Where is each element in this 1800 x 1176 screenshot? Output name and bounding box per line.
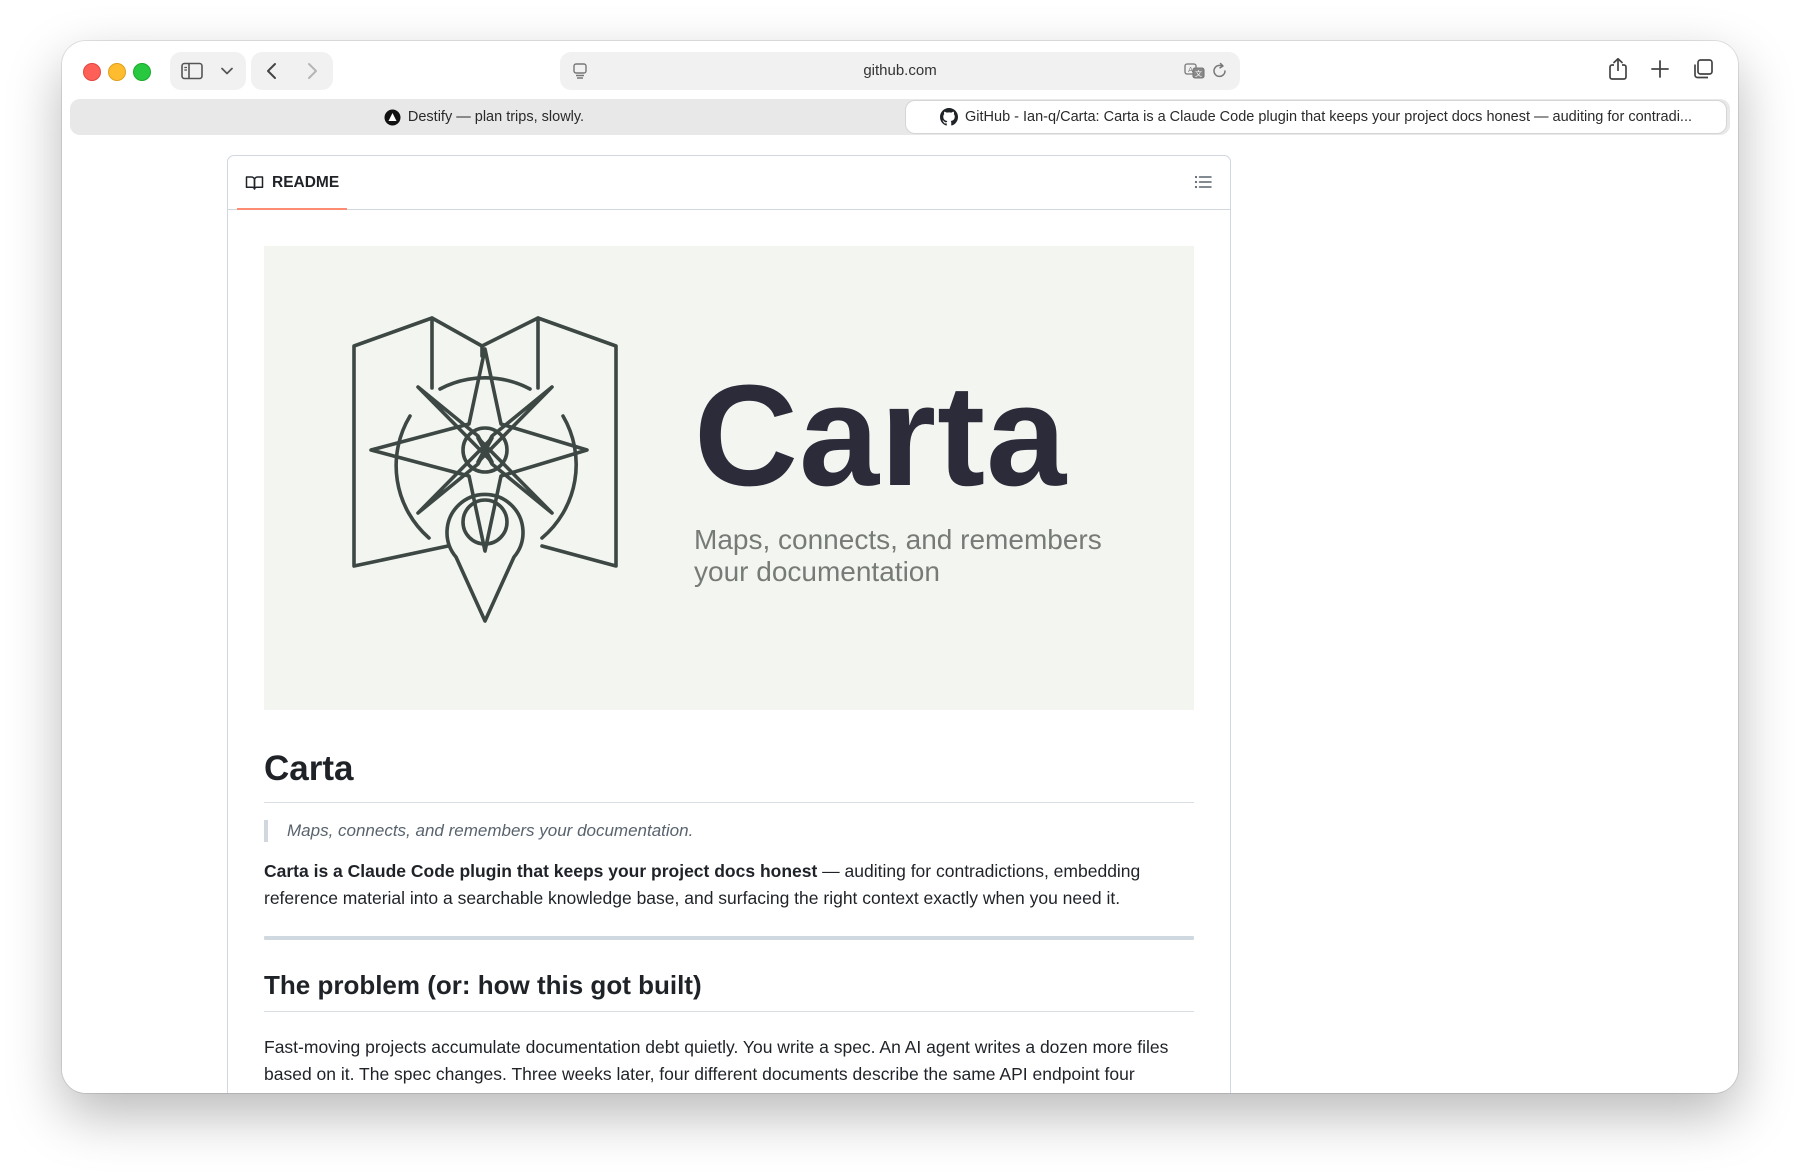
readme-panel: README Carta Maps, connects, and remembe… — [227, 155, 1231, 1093]
tab-destify[interactable]: Destify — plan trips, slowly. — [74, 101, 894, 133]
sidebar-icon[interactable] — [170, 62, 214, 80]
readme-title: Carta — [264, 748, 1194, 803]
banner-title: Carta — [694, 355, 1068, 516]
section-heading: The problem (or: how this got built) — [264, 970, 1194, 1013]
carta-logo-icon — [352, 316, 622, 636]
minimize-window-button[interactable] — [108, 63, 126, 81]
book-icon — [245, 175, 264, 191]
readme-intro: Carta is a Claude Code plugin that keeps… — [264, 858, 1194, 912]
tab-github-carta[interactable]: GitHub - Ian-q/Carta: Carta is a Claude … — [906, 101, 1726, 133]
browser-window: github.com A文 Destify — plan trips, slow… — [62, 41, 1738, 1093]
readme-tab-label: README — [272, 173, 340, 191]
navigation-group — [251, 52, 333, 90]
readme-header: README — [228, 156, 1230, 210]
carta-banner: Carta Maps, connects, and remembers your… — [264, 246, 1194, 710]
list-icon[interactable] — [1194, 174, 1212, 190]
translate-icon[interactable]: A文 — [1184, 62, 1206, 85]
svg-text:文: 文 — [1195, 69, 1202, 78]
chevron-down-icon[interactable] — [214, 67, 240, 75]
close-window-button[interactable] — [83, 63, 101, 81]
tab-bar: Destify — plan trips, slowly. GitHub - I… — [70, 99, 1730, 135]
sidebar-toggle-group — [170, 52, 246, 90]
banner-tagline: Maps, connects, and remembers your docum… — [694, 524, 1102, 587]
browser-toolbar: github.com A文 Destify — plan trips, slow… — [62, 41, 1738, 137]
reload-icon[interactable] — [1212, 62, 1228, 85]
readme-blockquote: Maps, connects, and remembers your docum… — [264, 820, 1194, 842]
section-paragraph: Fast-moving projects accumulate document… — [264, 1037, 1169, 1093]
address-bar[interactable]: github.com A文 — [560, 52, 1240, 90]
back-icon[interactable] — [251, 62, 292, 80]
forward-icon[interactable] — [292, 62, 333, 80]
svg-text:A: A — [1188, 66, 1193, 74]
share-icon[interactable] — [1608, 57, 1628, 86]
destify-logo-icon — [384, 109, 401, 126]
url-text: github.com — [863, 62, 937, 79]
new-tab-icon[interactable] — [1650, 57, 1670, 86]
horizontal-rule — [264, 936, 1194, 940]
intro-bold-text: Carta is a Claude Code plugin that keeps… — [264, 861, 818, 881]
tab-title: GitHub - Ian-q/Carta: Carta is a Claude … — [965, 109, 1692, 125]
tab-title: Destify — plan trips, slowly. — [407, 109, 585, 125]
readme-tab[interactable]: README — [237, 156, 347, 210]
github-logo-icon — [940, 108, 958, 126]
tab-overview-icon[interactable] — [1692, 57, 1714, 86]
page-content: README Carta Maps, connects, and remembe… — [62, 137, 1738, 1093]
zoom-window-button[interactable] — [133, 63, 151, 81]
readme-article: Carta Maps, connects, and remembers your… — [264, 246, 1194, 1093]
